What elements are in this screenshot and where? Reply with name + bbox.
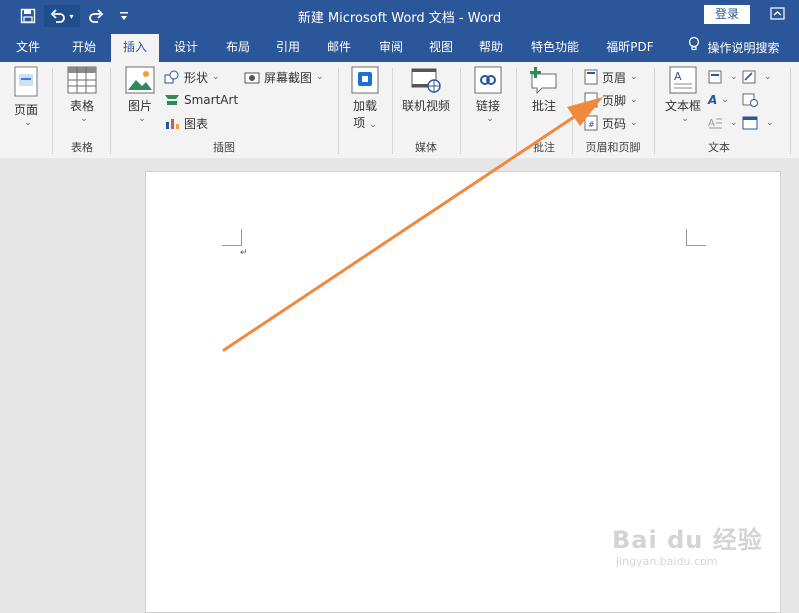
watermark-brand: Bai du 经验 bbox=[612, 526, 763, 554]
baidu-jingyan-watermark: Bai du 经验 jingyan.baidu.com bbox=[612, 520, 763, 568]
watermark-url: jingyan.baidu.com bbox=[616, 555, 718, 568]
annotation-arrow bbox=[222, 97, 603, 352]
